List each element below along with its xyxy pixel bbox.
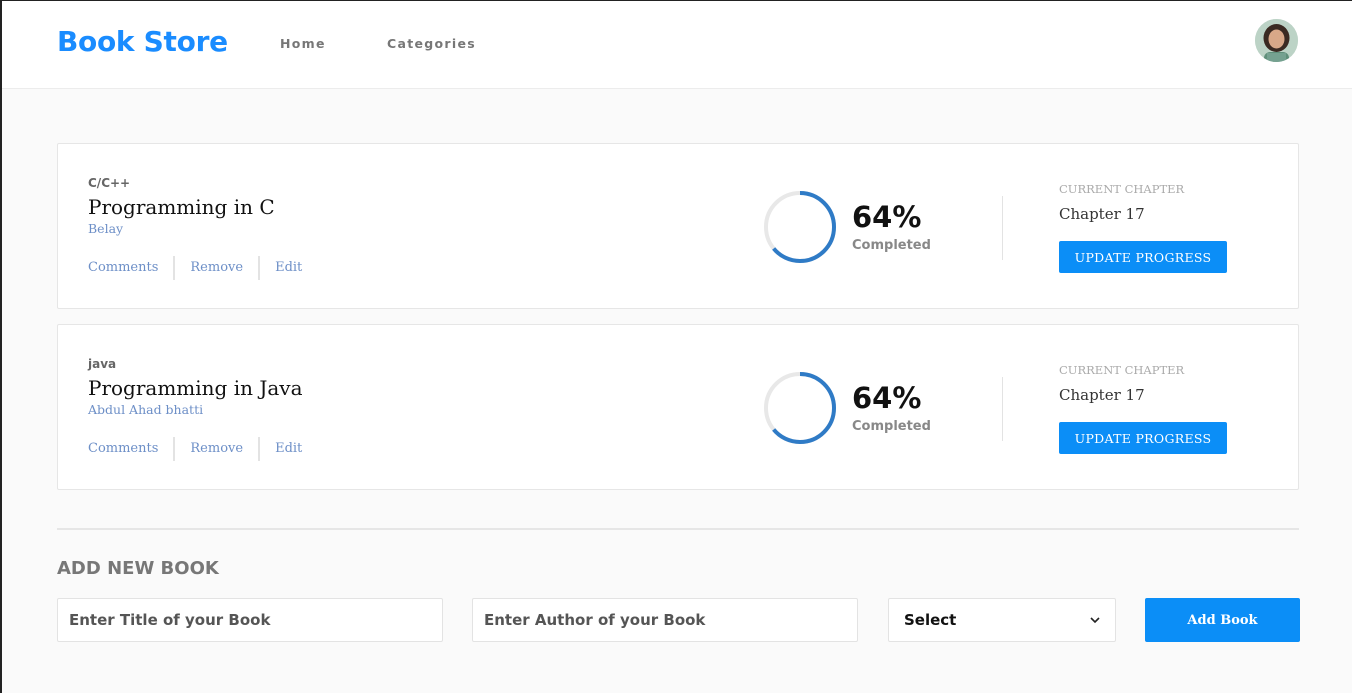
avatar-image [1255, 19, 1298, 62]
section-divider [57, 528, 1299, 530]
progress-ring [764, 191, 836, 263]
book-title-input[interactable] [57, 598, 443, 642]
book-card: java Programming in Java Abdul Ahad bhat… [57, 324, 1299, 490]
progress-percent: 64% [852, 381, 922, 415]
progress-ring [764, 372, 836, 444]
top-navbar: Book Store Home Categories [2, 1, 1352, 89]
divider [1002, 196, 1003, 260]
current-chapter-label: CURRENT CHAPTER [1059, 363, 1185, 377]
remove-link[interactable]: Remove [173, 437, 258, 461]
add-book-button[interactable]: Add Book [1145, 598, 1300, 642]
completed-label: Completed [852, 419, 931, 434]
book-author-input[interactable] [472, 598, 858, 642]
comments-link[interactable]: Comments [88, 437, 173, 461]
divider [1002, 377, 1003, 441]
book-title: Programming in C [88, 195, 275, 219]
brand-logo[interactable]: Book Store [57, 25, 228, 58]
update-progress-button[interactable]: UPDATE PROGRESS [1059, 241, 1227, 273]
completed-label: Completed [852, 238, 931, 253]
book-title: Programming in Java [88, 376, 303, 400]
comments-link[interactable]: Comments [88, 256, 173, 280]
book-actions: Comments Remove Edit [88, 256, 317, 280]
chevron-down-icon [1090, 616, 1100, 623]
remove-link[interactable]: Remove [173, 256, 258, 280]
book-category: java [88, 357, 117, 371]
book-actions: Comments Remove Edit [88, 437, 317, 461]
book-category: C/C++ [88, 176, 131, 190]
current-chapter: Chapter 17 [1059, 386, 1145, 404]
book-author: Abdul Ahad bhatti [88, 402, 204, 417]
update-progress-button[interactable]: UPDATE PROGRESS [1059, 422, 1227, 454]
user-avatar[interactable] [1255, 19, 1298, 62]
nav-home-link[interactable]: Home [280, 36, 326, 51]
progress-percent: 64% [852, 200, 922, 234]
edit-link[interactable]: Edit [258, 256, 317, 280]
book-author: Belay [88, 221, 124, 236]
current-chapter: Chapter 17 [1059, 205, 1145, 223]
category-select-value: Select [904, 611, 957, 629]
edit-link[interactable]: Edit [258, 437, 317, 461]
category-select[interactable]: Select [888, 598, 1116, 642]
current-chapter-label: CURRENT CHAPTER [1059, 182, 1185, 196]
nav-categories-link[interactable]: Categories [387, 36, 476, 51]
book-card: C/C++ Programming in C Belay Comments Re… [57, 143, 1299, 309]
add-book-heading: ADD NEW BOOK [57, 558, 219, 579]
